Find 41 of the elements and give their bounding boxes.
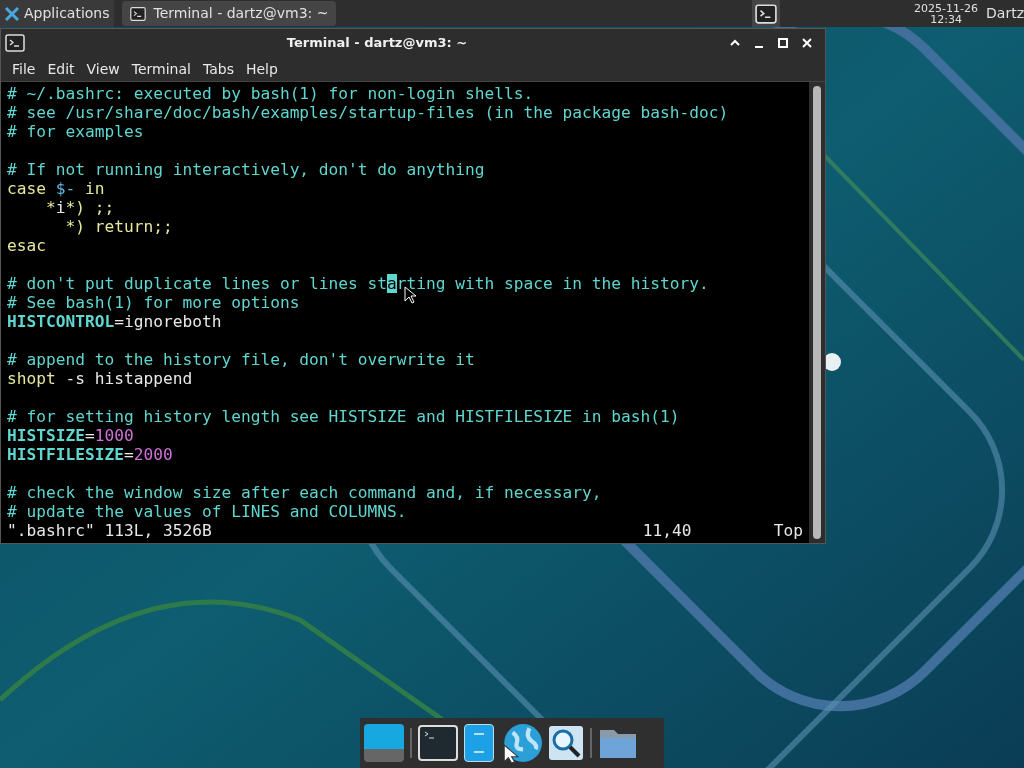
menu-item[interactable]: View bbox=[80, 58, 126, 80]
code-line: HISTSIZE=1000 bbox=[7, 426, 134, 445]
close-icon[interactable] bbox=[801, 37, 813, 49]
code-line: # If not running interactively, don't do anything bbox=[7, 160, 485, 179]
code-line: shopt -s histappend bbox=[7, 369, 193, 388]
code-line: *i*) ;; bbox=[44, 198, 115, 217]
code-line: *) return;; bbox=[64, 217, 173, 236]
applications-menu[interactable]: Applications bbox=[0, 0, 114, 27]
menu-item[interactable]: Tabs bbox=[196, 58, 240, 80]
code-line: # ~/.bashrc: executed by bash(1) for non-login shells. bbox=[7, 84, 534, 103]
cursor-position: 11,40 bbox=[642, 521, 693, 540]
menu-item[interactable]: File bbox=[1, 58, 42, 80]
code-line: case $- in bbox=[7, 179, 105, 198]
magnifier-icon[interactable] bbox=[548, 725, 584, 761]
clock[interactable]: 2025-11-26 12:34 bbox=[914, 2, 979, 25]
terminal-icon bbox=[755, 3, 778, 24]
code-line: HISTCONTROL=ignoreboth bbox=[7, 312, 222, 331]
code-line: esac bbox=[7, 236, 46, 255]
taskbar-button[interactable]: Terminal - dartz@vm3: ~ bbox=[121, 1, 337, 26]
terminal-launcher[interactable] bbox=[752, 0, 781, 27]
terminal-app-icon[interactable] bbox=[418, 725, 458, 761]
scrollbar[interactable] bbox=[809, 82, 825, 543]
scroll-position: Top bbox=[773, 521, 803, 540]
menu-item[interactable]: Edit bbox=[41, 58, 81, 80]
user-name[interactable]: Dartz bbox=[986, 3, 1024, 24]
maximize-icon[interactable] bbox=[777, 37, 789, 49]
code-line: # for examples bbox=[7, 122, 144, 141]
terminal-icon bbox=[129, 5, 146, 22]
code-line: # for setting history length see HISTSIZE and HISTFILESIZE in bash(1) bbox=[7, 407, 680, 426]
code-line: # don't put duplicate lines or lines starting with space in the history. bbox=[7, 274, 709, 293]
code-line: # update the values of LINES and COLUMNS. bbox=[7, 502, 407, 521]
code-line: HISTFILESIZE=2000 bbox=[7, 445, 173, 464]
window-title: Terminal - dartz@vm3: ~ bbox=[285, 34, 469, 53]
code-line: # See bash(1) for more options bbox=[7, 293, 300, 312]
file-info: ".bashrc" 113L, 3526B bbox=[7, 521, 212, 540]
menu-item[interactable]: Terminal bbox=[125, 58, 197, 80]
code-line: # append to the history file, don't overwrite it bbox=[7, 350, 475, 369]
code-line: # check the window size after each command and, if necessary, bbox=[7, 483, 602, 502]
terminal-icon bbox=[5, 34, 25, 52]
menu-item[interactable]: Help bbox=[239, 58, 284, 80]
code-line: # see /usr/share/doc/bash/examples/startup-files (in the package bash-doc) bbox=[7, 103, 729, 122]
